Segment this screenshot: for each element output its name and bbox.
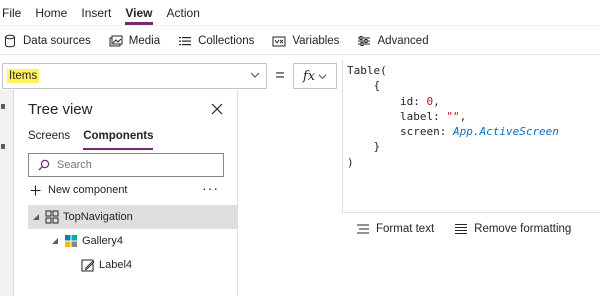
fx-label: fx — [302, 68, 316, 84]
code-line: label: "", — [347, 109, 600, 124]
gallery-icon — [65, 235, 77, 247]
caret-expanded-icon[interactable] — [52, 238, 58, 244]
tree-node-label: Label4 — [99, 259, 133, 271]
code-token: { — [373, 79, 381, 93]
tree-node-topnavigation[interactable]: TopNavigation — [28, 205, 238, 229]
menu-file[interactable]: File — [0, 0, 28, 26]
caret-expanded-icon[interactable] — [33, 214, 39, 220]
format-text-icon — [357, 224, 369, 234]
rail-tab-marker[interactable] — [1, 144, 5, 149]
variables-button[interactable]: Variables — [263, 27, 348, 55]
menu-insert[interactable]: Insert — [74, 0, 118, 26]
advanced-button[interactable]: Advanced — [348, 27, 437, 55]
tree-node-label: TopNavigation — [63, 211, 133, 223]
tree-node-gallery4[interactable]: Gallery4 — [28, 229, 238, 253]
tree-node-label: Gallery4 — [82, 235, 123, 247]
code-line: { — [347, 78, 600, 93]
media-label: Media — [128, 34, 161, 47]
code-token: , — [459, 109, 467, 123]
tree-view-panel: Tree view Screens Components New compone… — [14, 90, 238, 296]
remove-formatting-button[interactable]: Remove formatting — [454, 223, 571, 235]
code-line: } — [347, 139, 600, 154]
tree-node-label4[interactable]: Label4 — [28, 253, 238, 277]
component-icon — [45, 210, 59, 224]
code-token: , — [433, 94, 440, 108]
equals-sign: = — [275, 67, 285, 84]
code-token: } — [373, 140, 381, 154]
code-token: "" — [446, 109, 460, 123]
code-token: id: — [399, 94, 427, 108]
more-options-icon[interactable]: ··· — [202, 181, 219, 195]
tab-components[interactable]: Components — [83, 130, 154, 150]
tree-view-title: Tree view — [28, 101, 93, 118]
tree-tabs: Screens Components — [28, 130, 154, 150]
editor-footer: Format text Remove formatting — [342, 213, 600, 245]
data-sources-button[interactable]: Data sources — [0, 27, 100, 55]
code-token: label: — [399, 109, 447, 123]
collections-icon — [179, 36, 192, 45]
label-edit-icon — [81, 259, 95, 272]
variables-label: Variables — [292, 34, 340, 47]
variables-icon — [272, 36, 286, 46]
database-icon — [5, 34, 15, 47]
plus-icon — [30, 185, 41, 195]
settings-sliders-icon — [358, 35, 371, 46]
code-token: screen: — [399, 125, 453, 139]
tree-search-box[interactable] — [28, 153, 224, 177]
new-component-label: New component — [48, 184, 128, 196]
rail-tab-marker[interactable] — [1, 104, 5, 109]
fx-button[interactable]: fx — [293, 63, 337, 89]
format-text-label: Format text — [376, 223, 435, 235]
code-line: ) — [347, 155, 354, 169]
view-toolbar: Data sources Media Collections Variables — [0, 27, 600, 55]
property-value: Items — [7, 69, 40, 83]
code-line: screen: App.ActiveScreen — [347, 124, 600, 139]
menu-view[interactable]: View — [118, 0, 159, 26]
close-icon[interactable] — [211, 103, 223, 115]
chevron-down-icon — [318, 73, 327, 79]
format-text-button[interactable]: Format text — [356, 223, 434, 235]
menu-bar: File Home Insert View Action — [0, 0, 600, 26]
advanced-label: Advanced — [377, 34, 429, 47]
media-icon — [109, 35, 123, 46]
collections-label: Collections — [198, 34, 255, 47]
data-sources-label: Data sources — [23, 34, 91, 47]
collections-button[interactable]: Collections — [169, 27, 263, 55]
new-component-button[interactable]: New component — [30, 181, 226, 199]
search-icon — [38, 159, 50, 171]
code-token: App.ActiveScreen — [452, 125, 559, 139]
chevron-down-icon — [250, 72, 260, 78]
left-rail — [0, 90, 14, 296]
remove-formatting-label: Remove formatting — [474, 223, 572, 235]
menu-action[interactable]: Action — [160, 0, 207, 26]
media-button[interactable]: Media — [100, 27, 169, 55]
property-dropdown[interactable]: Items — [2, 63, 267, 89]
search-input[interactable] — [57, 159, 217, 171]
tab-screens[interactable]: Screens — [28, 130, 70, 147]
code-line: Table( — [347, 64, 387, 77]
remove-formatting-icon — [455, 223, 468, 235]
formula-editor[interactable]: Table( { id: 0, label: "", screen: App.A… — [342, 60, 600, 212]
menu-home[interactable]: Home — [28, 0, 74, 26]
code-line: id: 0, — [347, 94, 600, 109]
